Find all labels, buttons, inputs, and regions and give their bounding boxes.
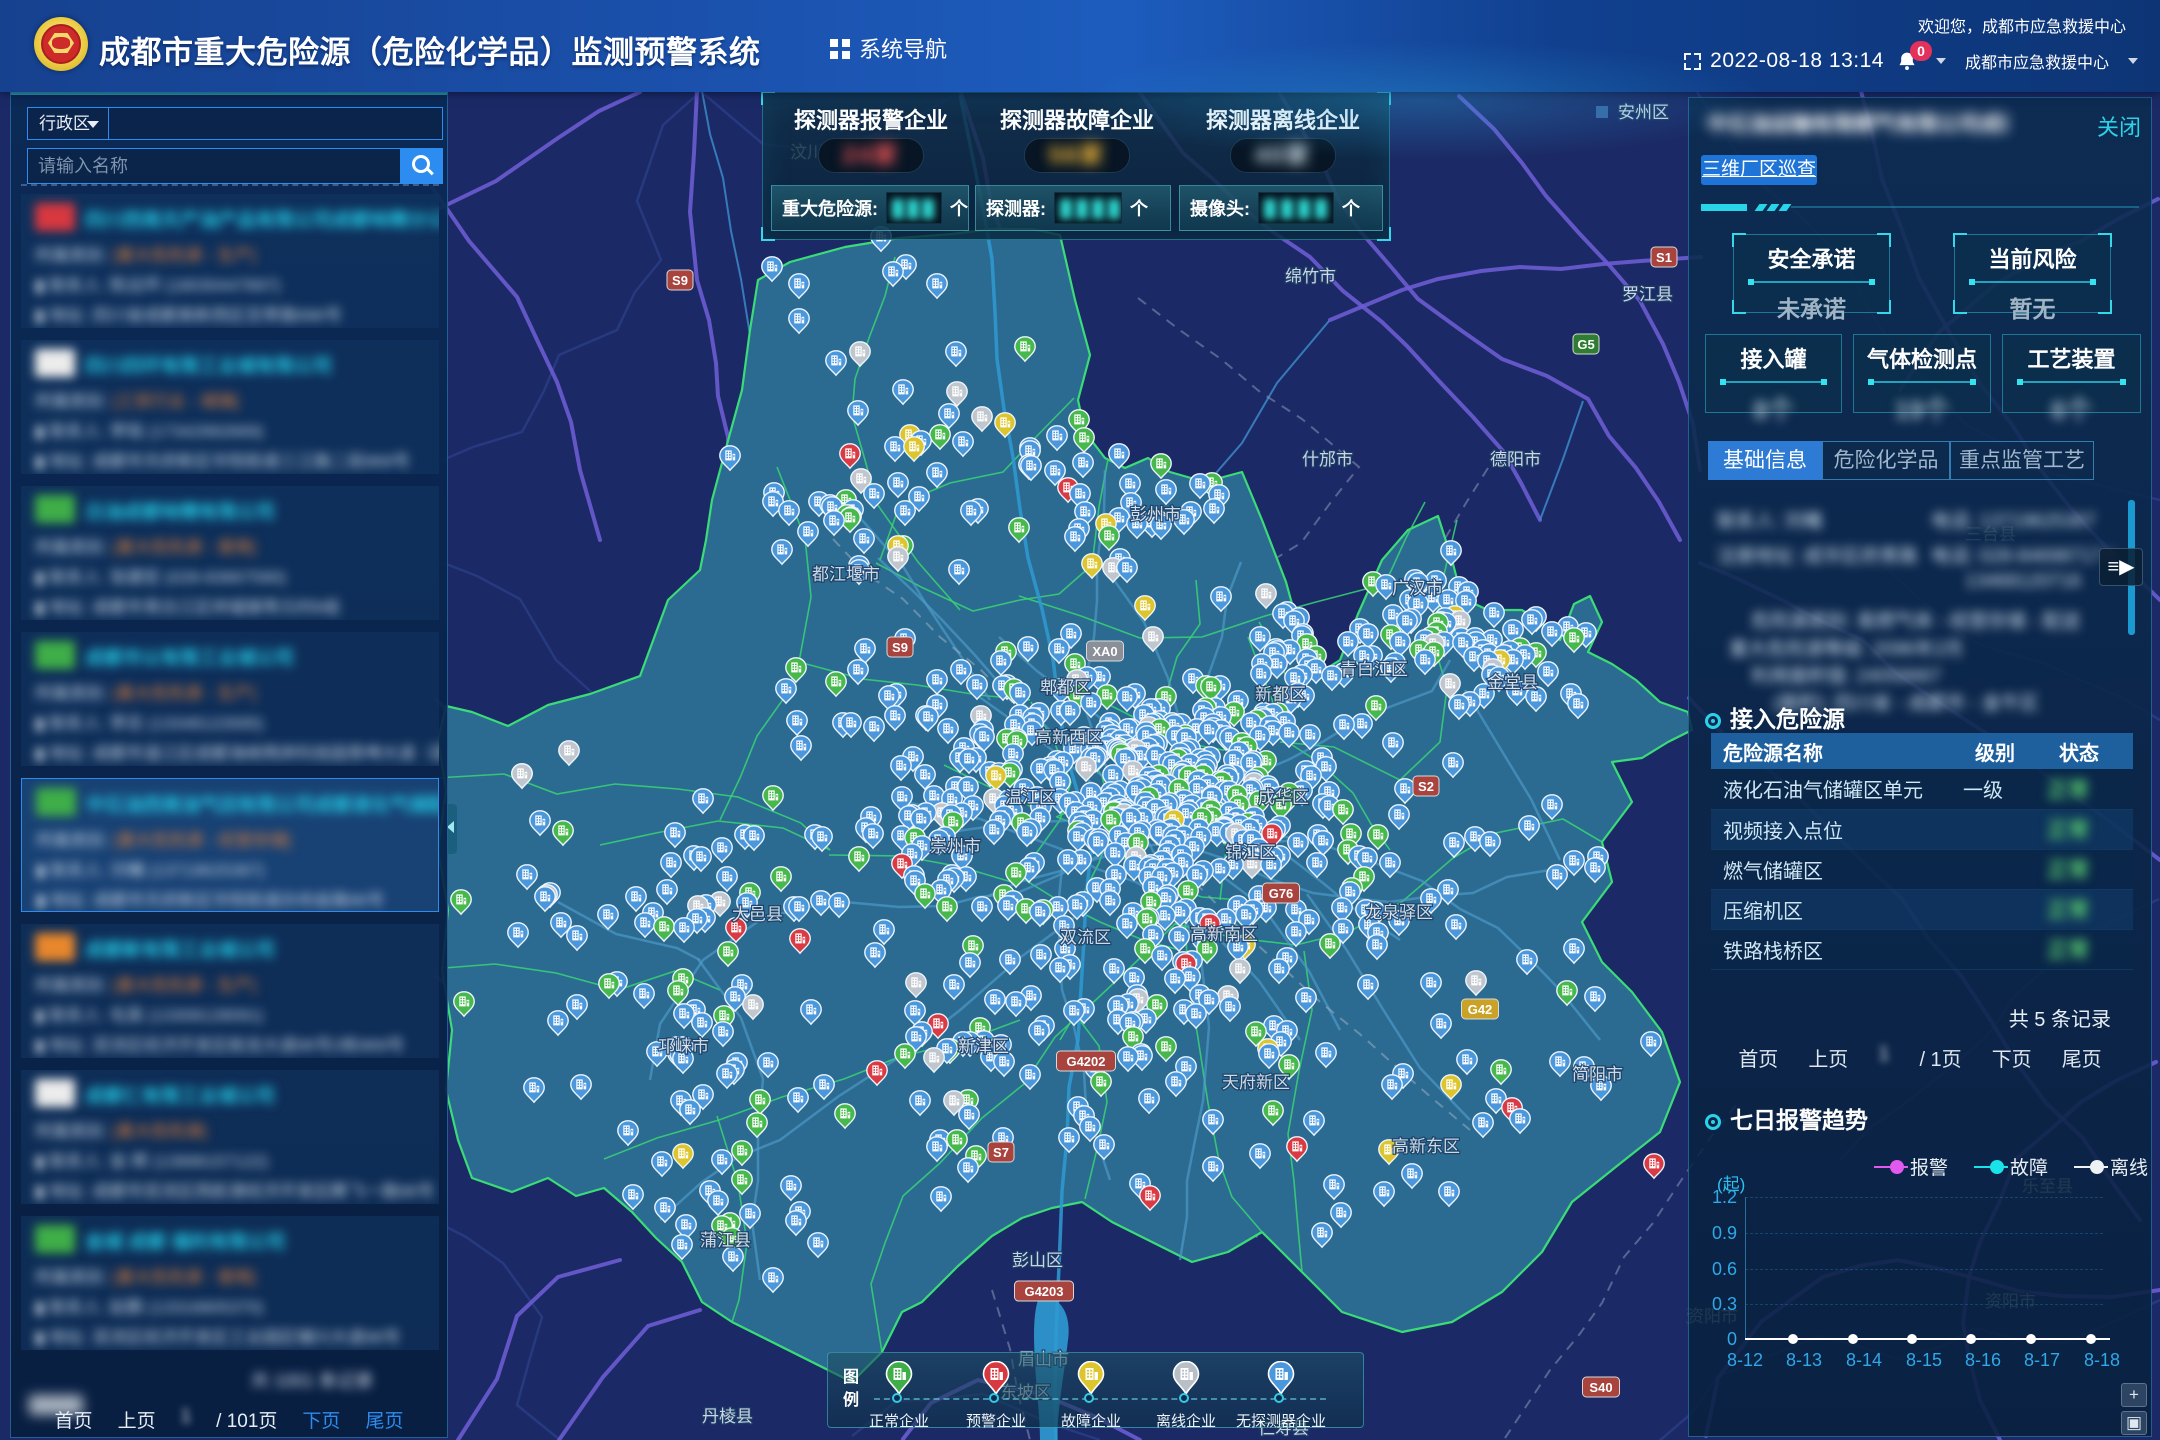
svg-text:广汉市: 广汉市 (1392, 579, 1443, 598)
svg-text:G76: G76 (1269, 886, 1294, 901)
svg-text:丹棱县: 丹棱县 (702, 1407, 753, 1426)
svg-text:S2: S2 (1418, 779, 1434, 794)
svg-text:龙泉驿区: 龙泉驿区 (1365, 903, 1433, 922)
svg-text:高新西区: 高新西区 (1035, 728, 1103, 747)
svg-text:双流区: 双流区 (1060, 928, 1111, 947)
svg-text:S9: S9 (892, 640, 908, 655)
svg-text:温江区: 温江区 (1005, 788, 1056, 807)
svg-text:成华区: 成华区 (1258, 788, 1309, 807)
svg-text:什邡市: 什邡市 (1302, 450, 1353, 469)
svg-text:高新南区: 高新南区 (1190, 925, 1258, 944)
svg-text:新津区: 新津区 (958, 1037, 1009, 1056)
svg-text:G4203: G4203 (1024, 1284, 1063, 1299)
svg-text:S1: S1 (1656, 250, 1672, 265)
svg-text:邛崃市: 邛崃市 (658, 1037, 709, 1056)
svg-text:天府新区: 天府新区 (1222, 1073, 1290, 1092)
svg-text:大邑县: 大邑县 (732, 905, 783, 924)
svg-text:G4202: G4202 (1066, 1054, 1105, 1069)
svg-text:郫都区: 郫都区 (1040, 678, 1091, 697)
svg-text:简阳市: 简阳市 (1572, 1065, 1623, 1084)
svg-text:S7: S7 (993, 1145, 1009, 1160)
svg-text:新都区: 新都区 (1255, 685, 1306, 704)
svg-text:都江堰市: 都江堰市 (812, 565, 880, 584)
svg-text:德阳市: 德阳市 (1490, 450, 1541, 469)
svg-text:崇州市: 崇州市 (930, 837, 981, 856)
svg-text:锦江区: 锦江区 (1225, 843, 1276, 862)
svg-text:青白江区: 青白江区 (1340, 660, 1408, 679)
svg-text:绵竹市: 绵竹市 (1285, 267, 1336, 286)
svg-text:彭山区: 彭山区 (1012, 1251, 1063, 1270)
svg-text:S9: S9 (672, 273, 688, 288)
svg-text:G5: G5 (1577, 337, 1594, 352)
svg-text:蒲江县: 蒲江县 (700, 1231, 751, 1250)
svg-text:金堂县: 金堂县 (1487, 673, 1538, 692)
svg-text:彭州市: 彭州市 (1130, 505, 1181, 524)
svg-text:罗江县: 罗江县 (1622, 285, 1673, 304)
svg-text:G42: G42 (1468, 1002, 1493, 1017)
svg-text:S40: S40 (1589, 1380, 1612, 1395)
svg-text:XA0: XA0 (1092, 644, 1117, 659)
svg-text:高新东区: 高新东区 (1392, 1137, 1460, 1156)
